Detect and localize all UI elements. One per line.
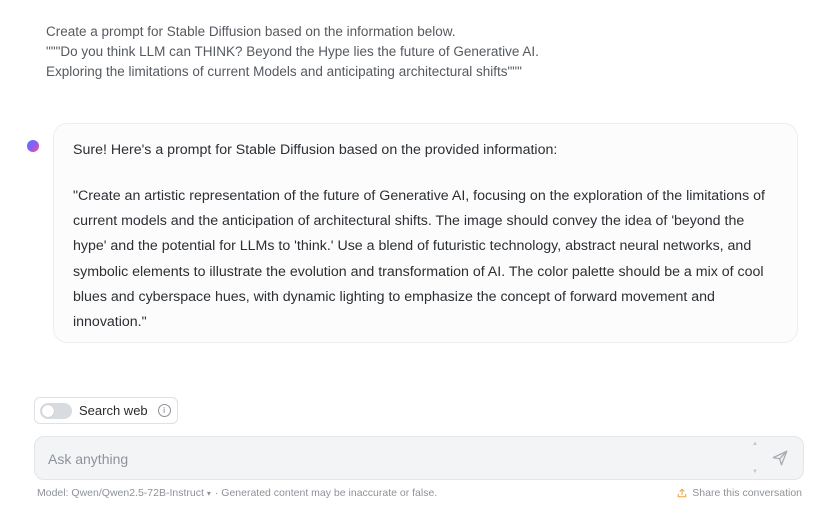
share-label: Share this conversation <box>692 487 802 499</box>
user-message-line-2: """Do you think LLM can THINK? Beyond th… <box>46 44 539 59</box>
model-label: Model: Qwen/Qwen2.5-72B-Instruct <box>37 487 204 499</box>
footer: Model: Qwen/Qwen2.5-72B-Instruct ▾ · Gen… <box>37 487 802 499</box>
assistant-message: Sure! Here's a prompt for Stable Diffusi… <box>53 123 798 343</box>
chat-input-box: ▲ ▼ <box>34 436 804 481</box>
model-selector[interactable]: Model: Qwen/Qwen2.5-72B-Instruct ▾ <box>37 487 211 499</box>
share-icon <box>678 488 687 498</box>
user-message-line-3: Exploring the limitations of current Mod… <box>46 64 522 79</box>
search-web-label: Search web <box>79 403 148 418</box>
scroll-up-icon[interactable]: ▲ <box>752 441 758 447</box>
send-icon[interactable] <box>771 449 789 467</box>
share-conversation-link[interactable]: Share this conversation <box>677 487 802 499</box>
search-web-switch[interactable] <box>40 402 72 419</box>
assistant-intro-text: Sure! Here's a prompt for Stable Diffusi… <box>73 142 558 158</box>
chat-input[interactable] <box>46 437 730 481</box>
assistant-body-text: "Create an artistic representation of th… <box>73 188 765 331</box>
disclaimer-text: · Generated content may be inaccurate or… <box>214 487 438 499</box>
scroll-down-icon[interactable]: ▼ <box>752 469 758 475</box>
assistant-avatar-icon <box>27 140 39 152</box>
input-scroll-arrows[interactable]: ▲ ▼ <box>751 441 759 475</box>
info-icon[interactable]: i <box>157 404 171 417</box>
chat-page: Create a prompt for Stable Diffusion bas… <box>0 0 819 515</box>
chevron-down-icon: ▾ <box>206 489 211 498</box>
user-message-line-1: Create a prompt for Stable Diffusion bas… <box>46 24 456 39</box>
user-message: Create a prompt for Stable Diffusion bas… <box>46 22 786 82</box>
search-web-toggle[interactable]: Search web i <box>34 397 178 424</box>
